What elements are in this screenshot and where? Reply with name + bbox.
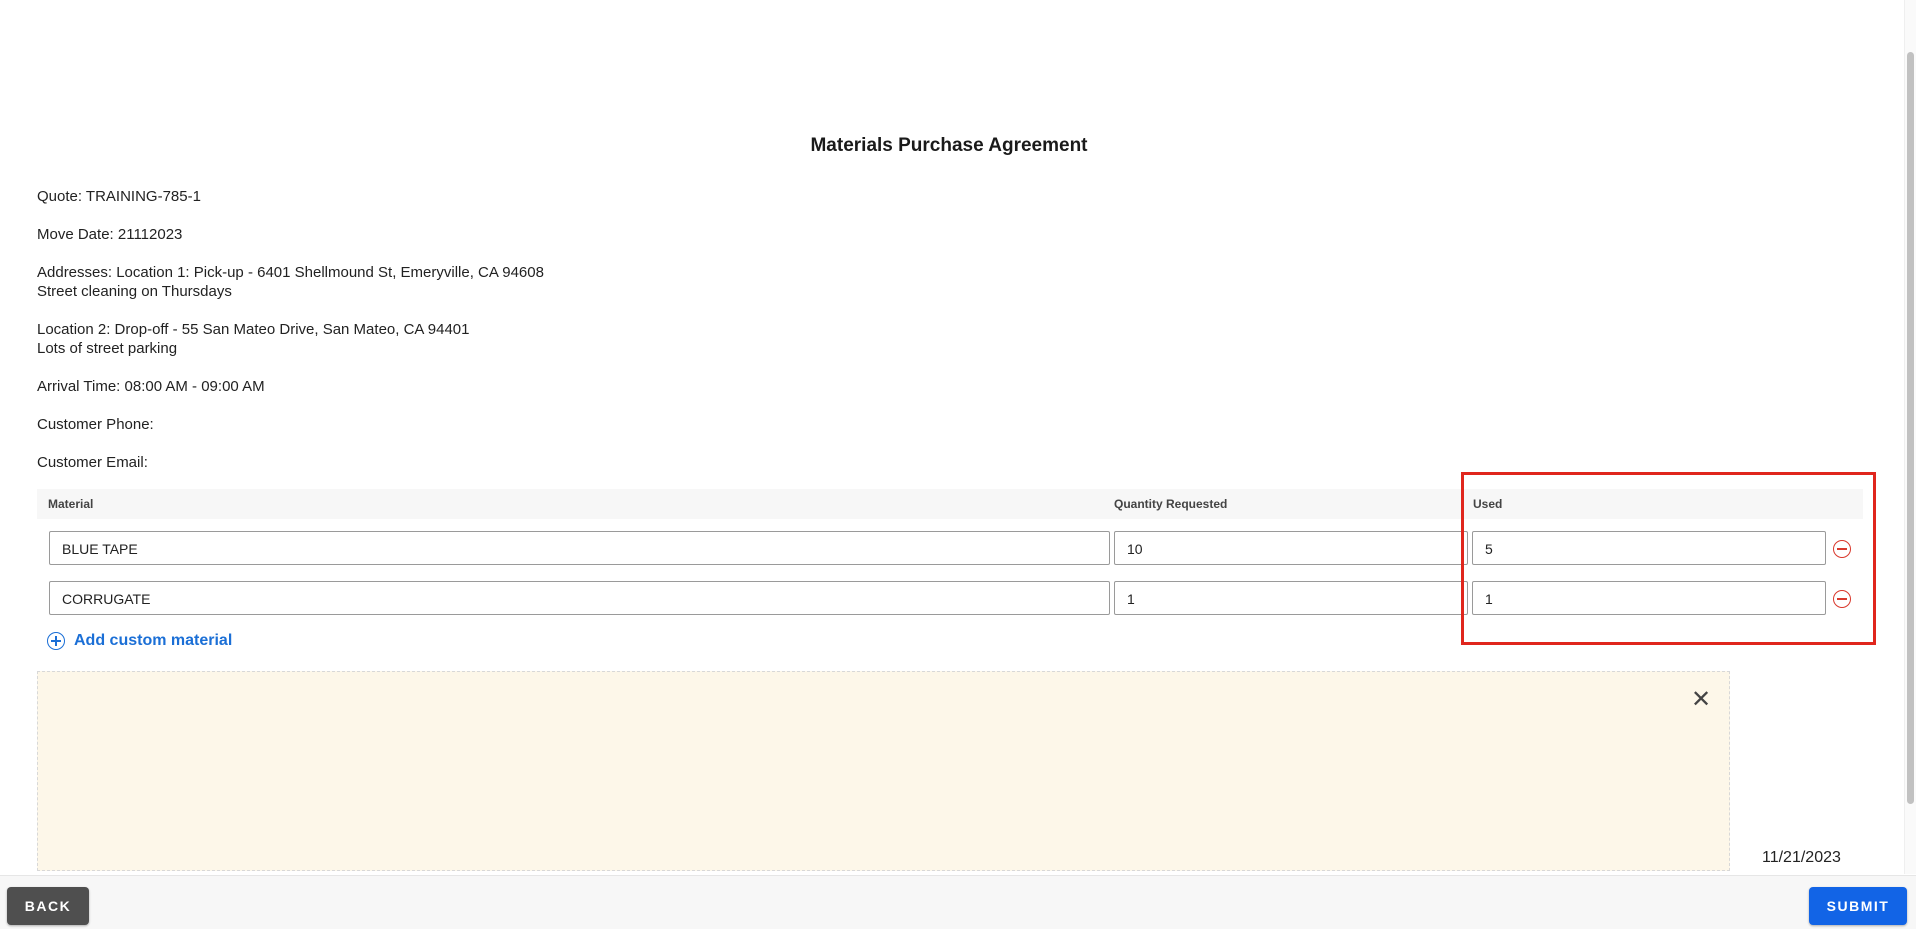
close-icon[interactable]: ✕ <box>1691 688 1711 712</box>
quote-text: Quote: TRAINING-785-1 <box>37 188 201 205</box>
signature-pad[interactable]: ✕ <box>37 671 1730 871</box>
location1-address: Addresses: Location 1: Pick-up - 6401 Sh… <box>37 264 544 281</box>
customer-email-text: Customer Email: <box>37 454 148 471</box>
scrollbar[interactable] <box>1904 0 1916 874</box>
highlight-box <box>1461 472 1876 645</box>
plus-circle-icon <box>47 632 65 650</box>
add-custom-material-label: Add custom material <box>74 632 233 649</box>
signature-date: 11/21/2023 <box>1762 849 1841 866</box>
footer-bar: BACK SUBMIT <box>0 875 1916 929</box>
location1-note: Street cleaning on Thursdays <box>37 283 232 300</box>
move-date-text: Move Date: 21112023 <box>37 226 183 243</box>
material-input[interactable]: CORRUGATE <box>49 581 1110 615</box>
scrollbar-thumb[interactable] <box>1907 52 1914 804</box>
submit-button[interactable]: SUBMIT <box>1809 887 1907 925</box>
customer-phone-text: Customer Phone: <box>37 416 154 433</box>
location2-note: Lots of street parking <box>37 340 178 357</box>
location2-address: Location 2: Drop-off - 55 San Mateo Driv… <box>37 321 470 338</box>
header-material: Material <box>48 497 94 511</box>
quantity-requested-input[interactable]: 1 <box>1114 581 1468 615</box>
back-button[interactable]: BACK <box>7 887 89 925</box>
page-title: Materials Purchase Agreement <box>810 135 1088 156</box>
add-custom-material-button[interactable]: Add custom material <box>47 630 232 652</box>
quantity-requested-input[interactable]: 10 <box>1114 531 1468 565</box>
arrival-time-text: Arrival Time: 08:00 AM - 09:00 AM <box>37 378 265 395</box>
page: Materials Purchase Agreement Quote: TRAI… <box>0 0 1916 929</box>
header-quantity-requested: Quantity Requested <box>1114 497 1228 511</box>
material-input[interactable]: BLUE TAPE <box>49 531 1110 565</box>
